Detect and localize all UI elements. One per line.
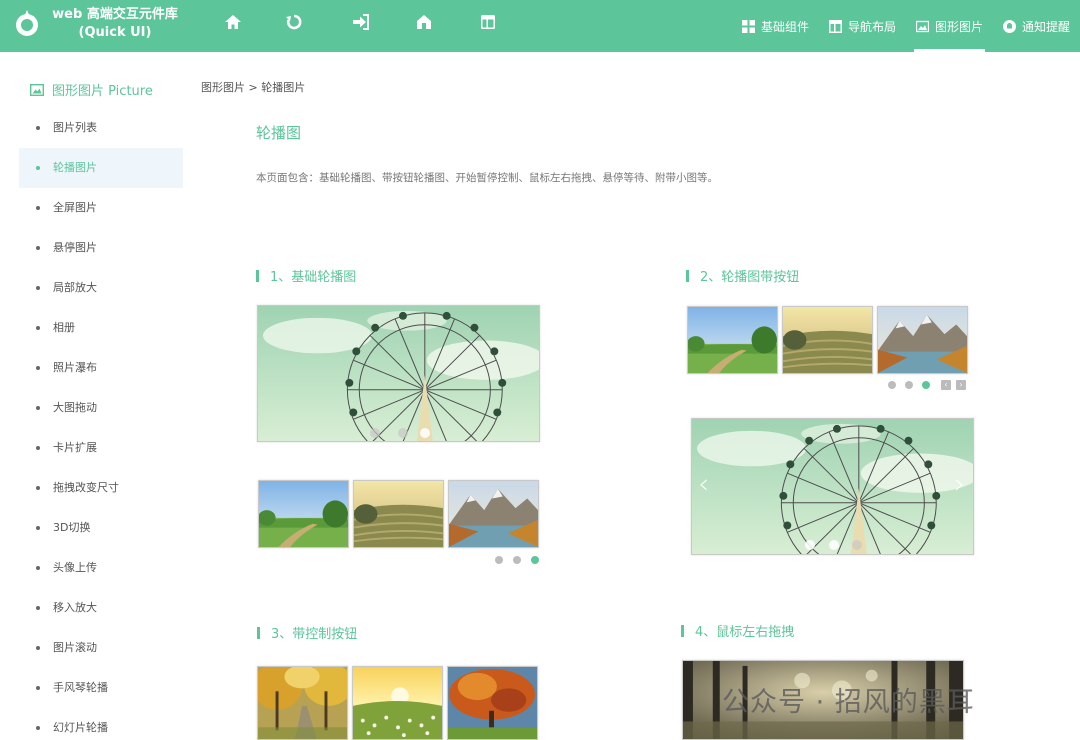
sidebar-item[interactable]: 图片滚动 [19,628,183,668]
carousel-dot[interactable] [829,540,839,550]
sidebar-item[interactable]: 悬停图片 [19,228,183,268]
sidebar-item[interactable]: 全屏图片 [19,188,183,228]
breadcrumb: 图形图片 > 轮播图片 [201,81,306,94]
house-icon[interactable] [414,12,434,32]
thumbnail-landscape[interactable] [352,666,443,740]
thumbnail-landscape[interactable] [877,306,968,374]
page-title: 轮播图 [256,124,302,142]
section-marker [681,624,684,637]
terraces-image [354,481,443,547]
carousel-dot[interactable] [513,556,521,564]
picture-icon [30,83,44,96]
ferris-wheel-image [258,306,539,441]
autumn-tree-image [448,667,537,739]
brand-line-1: web 高端交互元件库 [52,7,178,22]
thumbnail-landscape[interactable] [782,306,873,374]
section-title: 2、轮播图带按钮 [686,266,799,285]
sidebar-item[interactable]: 照片瀑布 [19,348,183,388]
section-title-label: 2、轮播图带按钮 [700,270,800,285]
layout-icon[interactable] [478,12,498,32]
carousel-dot[interactable] [398,428,408,438]
section-marker [257,626,260,639]
thumbnail-landscape[interactable] [448,480,539,548]
logo-icon [16,10,38,36]
section-title: 4、鼠标左右拖拽 [681,621,794,640]
sidebar-item[interactable]: 移入放大 [19,588,183,628]
sidebar-item[interactable]: 拖拽改变尺寸 [19,468,183,508]
prev-arrow-button[interactable]: ‹ [698,467,709,500]
home-icon[interactable] [223,12,243,32]
grid-icon [741,19,755,33]
section-title: 1、基础轮播图 [256,266,356,285]
layout-icon [828,19,842,33]
section-title: 3、带控制按钮 [257,623,357,642]
brand-title[interactable]: web 高端交互元件库 (Quick UI) [50,6,180,42]
carousel-dot[interactable] [852,540,862,550]
carousel-dot[interactable] [370,428,380,438]
section-title-label: 1、基础轮播图 [270,270,357,285]
next-small-button[interactable]: › [956,380,966,390]
bell-icon [1002,19,1016,33]
carousel-dot[interactable] [905,381,913,389]
next-arrow-button[interactable]: › [954,467,965,500]
nav-basic-components[interactable]: 基础组件 [732,0,819,52]
carousel-dot[interactable] [420,428,430,438]
sidebar: 图形图片 Picture 图片列表 轮播图片 全屏图片 悬停图片 局部放大 相册 照片瀑布大… [0,52,190,740]
sidebar-item[interactable]: 手风琴轮播 [19,668,183,708]
sidebar-item[interactable]: 头像上传 [19,548,183,588]
image-icon [915,20,929,32]
sidebar-item[interactable]: 相册 [19,308,183,348]
nav-navigation-layout[interactable]: 导航布局 [819,0,906,52]
sidebar-menu: 图片列表 轮播图片 全屏图片 悬停图片 局部放大 相册 照片瀑布 大图拖动 卡片扩展 拖拽改变尺寸… [19,108,183,740]
carousel-dot[interactable] [805,540,815,550]
carousel-basic-main[interactable] [257,305,540,442]
thumbnail-landscape[interactable] [258,480,349,548]
carousel-dot[interactable] [495,556,503,564]
sidebar-item[interactable]: 大图拖动 [19,388,183,428]
top-header: web 高端交互元件库 (Quick UI) 基础组件 导航布局 图形图片 通知… [0,0,1080,52]
autumn-road-image [258,667,347,739]
thumbnail-landscape[interactable] [447,666,538,740]
sidebar-item[interactable]: 局部放大 [19,268,183,308]
meadow-image [259,481,348,547]
nav-notifications[interactable]: 通知提醒 [993,0,1080,52]
nav-graphics-images[interactable]: 图形图片 [906,0,993,52]
ferris-wheel-image [692,419,973,554]
mountain-image [449,481,538,547]
sidebar-title: 图形图片 Picture [30,80,153,99]
section-marker [256,269,259,282]
main-nav: 基础组件 导航布局 图形图片 通知提醒 [732,0,1080,52]
meadow-image [688,307,777,373]
watermark-text: 公众号 · 招风的黑耳 [722,687,975,718]
nav-label: 导航布局 [847,19,896,34]
carousel-dot-active[interactable] [922,381,930,389]
section-title-label: 4、鼠标左右拖拽 [695,625,795,640]
terraces-image [783,307,872,373]
thumbnail-landscape[interactable] [353,480,444,548]
prev-small-button[interactable]: ‹ [941,380,951,390]
section-marker [686,269,689,282]
nav-label: 基础组件 [760,19,809,34]
carousel-with-buttons[interactable]: ‹ › [691,418,974,555]
thumbnail-landscape[interactable] [257,666,348,740]
sidebar-item[interactable]: 轮播图片 [19,148,183,188]
sidebar-item[interactable]: 卡片扩展 [19,428,183,468]
sidebar-item[interactable]: 3D切换 [19,508,183,548]
nav-label: 通知提醒 [1021,19,1070,34]
login-icon[interactable] [350,12,370,32]
brand-line-2: (Quick UI) [78,25,152,40]
thumbnail-landscape[interactable] [687,306,778,374]
carousel-dot[interactable] [888,381,896,389]
refresh-icon[interactable] [284,12,304,32]
nav-label: 图形图片 [934,19,983,34]
page-description: 本页面包含：基础轮播图、带按钮轮播图、开始暂停控制、鼠标左右拖拽、悬停等待、附带… [256,172,718,184]
sidebar-item[interactable]: 幻灯片轮播 [19,708,183,740]
sidebar-title-label: 图形图片 Picture [52,84,153,99]
sidebar-item[interactable]: 图片列表 [19,108,183,148]
section-title-label: 3、带控制按钮 [271,627,358,642]
carousel-dot-active[interactable] [531,556,539,564]
mountain-image [878,307,967,373]
sunrise-field-image [353,667,442,739]
